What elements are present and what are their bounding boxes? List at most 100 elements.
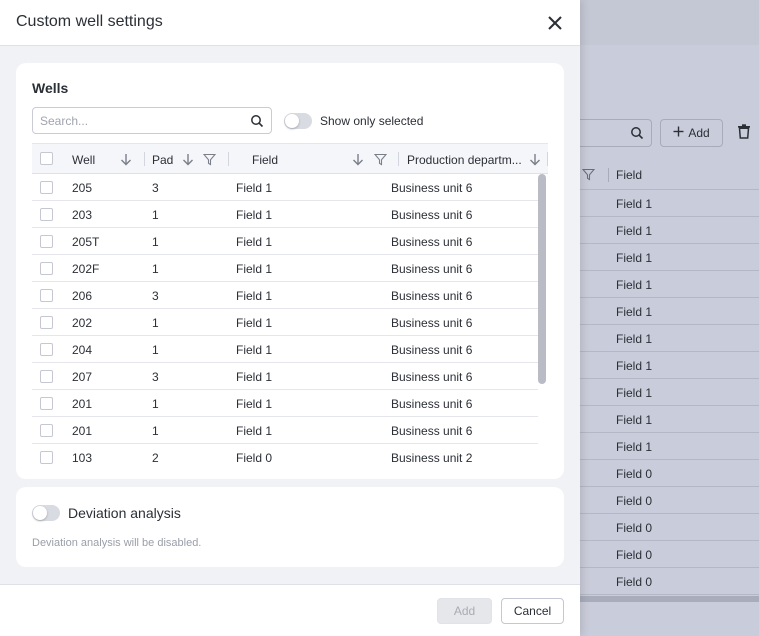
row-checkbox[interactable]: [40, 424, 53, 437]
deviation-analysis-card: Deviation analysis Deviation analysis wi…: [16, 487, 564, 567]
cell-pad: 1: [152, 235, 159, 249]
cell-pad: 1: [152, 343, 159, 357]
background-search-input[interactable]: [570, 119, 652, 147]
cell-field: Field 1: [236, 208, 273, 222]
background-cell-field: Field 0: [616, 548, 653, 562]
cell-field: Field 1: [236, 424, 273, 438]
background-cell-field: Field 1: [616, 332, 653, 346]
dialog-header: Custom well settings: [0, 0, 580, 46]
wells-table-scrollbar[interactable]: [538, 174, 546, 384]
background-table-row: Field 1: [570, 244, 759, 271]
row-checkbox[interactable]: [40, 451, 53, 464]
row-checkbox[interactable]: [40, 316, 53, 329]
table-row[interactable]: 205 3 Field 1 Business unit 6: [32, 174, 538, 201]
background-cell-field: Field 1: [616, 440, 653, 454]
background-table-row: Field 0: [570, 514, 759, 541]
show-only-selected-toggle[interactable]: [284, 113, 312, 129]
row-checkbox[interactable]: [40, 235, 53, 248]
cell-production-department: Business unit 6: [391, 262, 473, 276]
row-checkbox[interactable]: [40, 370, 53, 383]
dialog-title: Custom well settings: [16, 13, 163, 30]
cancel-button[interactable]: Cancel: [501, 598, 564, 624]
background-table-row: Field 1: [570, 217, 759, 244]
filter-icon[interactable]: [581, 168, 596, 184]
cell-field: Field 1: [236, 397, 273, 411]
table-row[interactable]: 207 3 Field 1 Business unit 6: [32, 363, 538, 390]
header-field-label: Field: [252, 153, 279, 167]
table-row[interactable]: 203 1 Field 1 Business unit 6: [32, 201, 538, 228]
background-table-row: Field 1: [570, 298, 759, 325]
row-checkbox[interactable]: [40, 343, 53, 356]
background-table-row: Field 1: [570, 271, 759, 298]
wells-search-input[interactable]: [33, 108, 233, 133]
table-row[interactable]: 202F 1 Field 1 Business unit 6: [32, 255, 538, 282]
row-checkbox[interactable]: [40, 397, 53, 410]
cell-field: Field 1: [236, 316, 273, 330]
cell-pad: 1: [152, 208, 159, 222]
row-checkbox[interactable]: [40, 262, 53, 275]
filter-icon[interactable]: [202, 153, 217, 169]
search-icon[interactable]: [250, 114, 264, 131]
deviation-analysis-label: Deviation analysis: [68, 505, 181, 521]
background-table-row: Field 1: [570, 433, 759, 460]
table-row[interactable]: 205T 1 Field 1 Business unit 6: [32, 228, 538, 255]
deviation-analysis-toggle[interactable]: [32, 505, 60, 521]
background-table-row: Field 1: [570, 406, 759, 433]
background-table-row: Field 0: [570, 568, 759, 595]
cell-pad: 2: [152, 451, 159, 465]
background-table: Field Field 1 Field 1 Field 1 Field 1 Field …: [570, 160, 759, 595]
cell-production-department: Business unit 6: [391, 343, 473, 357]
table-row[interactable]: 201 1 Field 1 Business unit 6: [32, 417, 538, 444]
cell-well: 206: [72, 289, 93, 303]
background-cell-field: Field 1: [616, 305, 653, 319]
toggle-knob: [285, 114, 299, 128]
cell-well: 205: [72, 181, 93, 195]
row-checkbox[interactable]: [40, 289, 53, 302]
table-row[interactable]: 103 2 Field 0 Business unit 2: [32, 444, 538, 465]
header-field[interactable]: Field: [228, 144, 388, 174]
wells-search: [32, 107, 272, 134]
cell-field: Field 1: [236, 181, 273, 195]
wells-table: Well Pad Field Production departm... 205…: [32, 143, 548, 465]
header-well-label: Well: [72, 153, 96, 167]
background-add-button[interactable]: Add: [660, 119, 723, 147]
row-checkbox[interactable]: [40, 181, 53, 194]
cell-well: 103: [72, 451, 93, 465]
cell-production-department: Business unit 6: [391, 181, 473, 195]
background-cell-field: Field 1: [616, 413, 653, 427]
table-row[interactable]: 201 1 Field 1 Business unit 6: [32, 390, 538, 417]
wells-card: Wells Show only selected Well: [16, 63, 564, 479]
table-row[interactable]: 204 1 Field 1 Business unit 6: [32, 336, 538, 363]
cell-well: 201: [72, 397, 93, 411]
background-cell-field: Field 0: [616, 575, 653, 589]
table-row[interactable]: 202 1 Field 1 Business unit 6: [32, 309, 538, 336]
column-separator: [608, 168, 609, 182]
sort-arrow-down-icon[interactable]: [529, 153, 541, 169]
cell-well: 201: [72, 424, 93, 438]
background-cell-field: Field 1: [616, 278, 653, 292]
background-horizontal-scrollbar[interactable]: [570, 596, 759, 602]
cell-field: Field 1: [236, 343, 273, 357]
background-cell-field: Field 0: [616, 467, 653, 481]
background-table-row: Field 1: [570, 325, 759, 352]
close-icon[interactable]: [547, 15, 563, 31]
toggle-knob: [33, 506, 47, 520]
row-checkbox[interactable]: [40, 208, 53, 221]
sort-arrow-down-icon[interactable]: [182, 153, 194, 169]
table-row[interactable]: 206 3 Field 1 Business unit 6: [32, 282, 538, 309]
background-table-body: Field 1 Field 1 Field 1 Field 1 Field 1 Field…: [570, 190, 759, 595]
wells-table-header: Well Pad Field Production departm...: [32, 143, 548, 174]
add-button[interactable]: Add: [437, 598, 492, 624]
header-production-department-label: Production departm...: [407, 153, 522, 167]
cell-pad: 1: [152, 424, 159, 438]
sort-arrow-down-icon[interactable]: [352, 153, 364, 169]
background-cell-field: Field 0: [616, 521, 653, 535]
header-production-department[interactable]: Production departm...: [399, 144, 548, 174]
sort-arrow-down-icon[interactable]: [120, 153, 132, 169]
filter-icon[interactable]: [373, 153, 388, 169]
cell-well: 205T: [72, 235, 100, 249]
custom-well-settings-dialog: Custom well settings Wells Show only sel…: [0, 0, 580, 636]
wells-title: Wells: [32, 80, 69, 96]
cell-well: 202: [72, 316, 93, 330]
trash-icon[interactable]: [737, 124, 751, 142]
